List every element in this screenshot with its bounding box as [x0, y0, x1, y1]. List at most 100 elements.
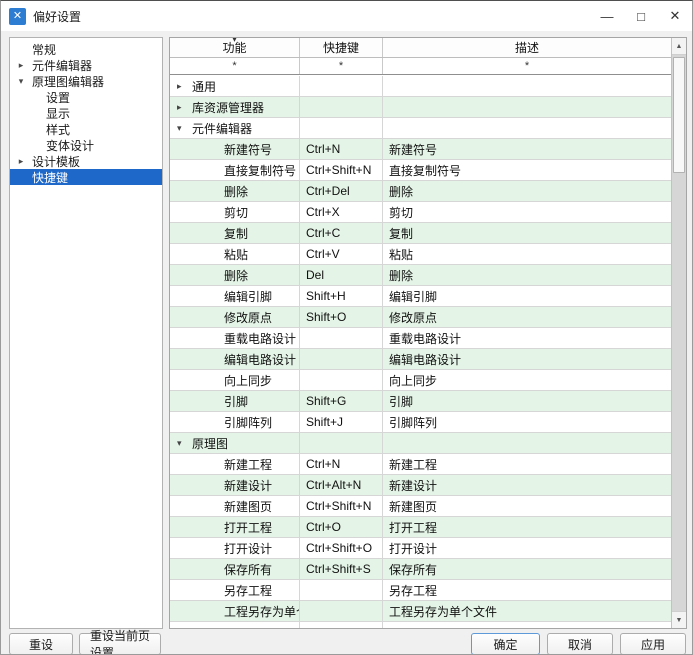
- shortcut-value: Ctrl+Shift+O: [300, 538, 383, 559]
- close-button[interactable]: ✕: [658, 1, 692, 31]
- tree-item-7[interactable]: ▸设计模板: [10, 153, 162, 169]
- chevron-right-icon[interactable]: ▸: [177, 81, 189, 92]
- shortcut-row[interactable]: 工程另存为单个文件工程另存为单个文件: [170, 601, 671, 622]
- chevron-down-icon[interactable]: ▾: [177, 123, 189, 134]
- table-header: ▾ 功能 快捷键 描述: [170, 38, 671, 58]
- shortcut-value: Ctrl+Shift+N: [300, 496, 383, 517]
- shortcut-value: Shift+O: [300, 307, 383, 328]
- function-cell: 编辑引脚: [170, 286, 300, 307]
- column-header-label: 描述: [515, 39, 539, 56]
- tree-item-6[interactable]: 变体设计: [10, 137, 162, 153]
- chevron-down-icon[interactable]: ▾: [15, 76, 27, 87]
- shortcut-row[interactable]: 引脚阵列Shift+J引脚阵列: [170, 412, 671, 433]
- function-name: 删除: [170, 267, 248, 284]
- filter-input-description[interactable]: *: [383, 58, 671, 74]
- shortcut-value: Ctrl+Shift+N: [300, 160, 383, 181]
- chevron-right-icon[interactable]: ▸: [177, 102, 189, 113]
- tree-item-0[interactable]: 常规: [10, 41, 162, 57]
- function-name: 另存工程: [170, 582, 272, 599]
- shortcut-row[interactable]: 修改原点Shift+O修改原点: [170, 307, 671, 328]
- function-cell: 打开工程: [170, 517, 300, 538]
- shortcut-row[interactable]: 另存工程另存工程: [170, 580, 671, 601]
- column-header-shortcut[interactable]: 快捷键: [300, 38, 383, 57]
- maximize-button[interactable]: □: [624, 1, 658, 31]
- tree-item-5[interactable]: 样式: [10, 121, 162, 137]
- tree-item-label: 设置: [27, 89, 70, 106]
- vertical-scrollbar[interactable]: ▲ ▼: [671, 38, 686, 628]
- shortcut-row[interactable]: 引脚Shift+G引脚: [170, 391, 671, 412]
- function-cell: ▾原理图: [170, 433, 300, 454]
- shortcut-row[interactable]: 保存所有Ctrl+Shift+S保存所有: [170, 559, 671, 580]
- group-row[interactable]: ▸库资源管理器: [170, 97, 671, 118]
- shortcut-row[interactable]: 打开工程Ctrl+O打开工程: [170, 517, 671, 538]
- shortcut-value: Ctrl+Shift+S: [300, 559, 383, 580]
- filter-input-shortcut[interactable]: *: [300, 58, 383, 74]
- group-row[interactable]: ▸通用: [170, 76, 671, 97]
- shortcut-value: Ctrl+X: [300, 202, 383, 223]
- reset-current-page-button[interactable]: 重设当前页设置: [79, 633, 161, 655]
- description-value: 复制: [383, 223, 671, 244]
- shortcut-row[interactable]: 复制Ctrl+C复制: [170, 223, 671, 244]
- table-grid: ▾ 功能 快捷键 描述 * * * ▸通用▸库资源管理器▾元件编辑器新建符号Ct…: [170, 38, 671, 628]
- shortcut-row[interactable]: 直接复制符号Ctrl+Shift+N直接复制符号: [170, 160, 671, 181]
- shortcut-value: Del: [300, 265, 383, 286]
- shortcut-row[interactable]: 编辑引脚Shift+H编辑引脚: [170, 286, 671, 307]
- description-value: [383, 76, 671, 97]
- shortcut-row[interactable]: 向上同步向上同步: [170, 370, 671, 391]
- function-name: 直接复制符号: [170, 162, 296, 179]
- description-value: 新建设计: [383, 475, 671, 496]
- function-cell: 保存所有: [170, 559, 300, 580]
- cancel-button[interactable]: 取消: [547, 633, 613, 655]
- shortcut-row[interactable]: 编辑电路设计编辑电路设计: [170, 349, 671, 370]
- shortcut-value: [300, 580, 383, 601]
- shortcut-row[interactable]: 剪切Ctrl+X剪切: [170, 202, 671, 223]
- ok-button[interactable]: 确定: [471, 633, 540, 655]
- description-value: 新建工程: [383, 454, 671, 475]
- shortcut-row[interactable]: 新建设计Ctrl+Alt+N新建设计: [170, 475, 671, 496]
- shortcut-row[interactable]: 删除Ctrl+Del删除: [170, 181, 671, 202]
- shortcut-row[interactable]: 打开设计Ctrl+Shift+O打开设计: [170, 538, 671, 559]
- description-value: 打开工程: [383, 517, 671, 538]
- shortcut-row[interactable]: 新建符号Ctrl+N新建符号: [170, 139, 671, 160]
- scrollbar-thumb[interactable]: [673, 57, 685, 173]
- tree-item-1[interactable]: ▸元件编辑器: [10, 57, 162, 73]
- chevron-right-icon[interactable]: ▸: [15, 60, 27, 71]
- titlebar[interactable]: ✕ 偏好设置 — □ ✕: [1, 1, 692, 31]
- column-header-label: 快捷键: [323, 39, 359, 56]
- reset-button[interactable]: 重设: [9, 633, 73, 655]
- shortcut-value: [300, 622, 383, 628]
- function-cell: 直接复制符号: [170, 160, 300, 181]
- shortcut-value: [300, 118, 383, 139]
- shortcut-row[interactable]: 重载电路设计重载电路设计: [170, 328, 671, 349]
- minimize-button[interactable]: —: [590, 1, 624, 31]
- filter-row: * * *: [170, 58, 671, 75]
- shortcut-value: Shift+J: [300, 412, 383, 433]
- shortcut-row[interactable]: 新建图页Ctrl+Shift+N新建图页: [170, 496, 671, 517]
- function-cell: 工程另存为单个文件: [170, 601, 300, 622]
- chevron-down-icon[interactable]: ▾: [177, 438, 189, 449]
- description-value: [383, 97, 671, 118]
- tree-item-8[interactable]: 快捷键: [10, 169, 162, 185]
- shortcut-row[interactable]: 删除Del删除: [170, 265, 671, 286]
- group-name: 元件编辑器: [189, 120, 252, 137]
- apply-button[interactable]: 应用: [620, 633, 686, 655]
- tree-item-4[interactable]: 显示: [10, 105, 162, 121]
- function-cell: [170, 622, 300, 628]
- function-name: 编辑电路设计: [170, 351, 296, 368]
- group-row[interactable]: ▾原理图: [170, 433, 671, 454]
- chevron-right-icon[interactable]: ▸: [15, 156, 27, 167]
- group-row[interactable]: ▾元件编辑器: [170, 118, 671, 139]
- shortcut-row[interactable]: [170, 622, 671, 628]
- filter-input-function[interactable]: *: [170, 58, 300, 74]
- description-value: 引脚: [383, 391, 671, 412]
- tree-item-2[interactable]: ▾原理图编辑器: [10, 73, 162, 89]
- tree-item-3[interactable]: 设置: [10, 89, 162, 105]
- shortcut-value: [300, 328, 383, 349]
- group-name: 通用: [189, 78, 216, 95]
- column-header-description[interactable]: 描述: [383, 38, 671, 57]
- shortcut-row[interactable]: 新建工程Ctrl+N新建工程: [170, 454, 671, 475]
- shortcut-row[interactable]: 粘贴Ctrl+V粘贴: [170, 244, 671, 265]
- scroll-up-icon[interactable]: ▲: [672, 38, 686, 55]
- column-header-function[interactable]: ▾ 功能: [170, 38, 300, 57]
- scroll-down-icon[interactable]: ▼: [672, 611, 686, 628]
